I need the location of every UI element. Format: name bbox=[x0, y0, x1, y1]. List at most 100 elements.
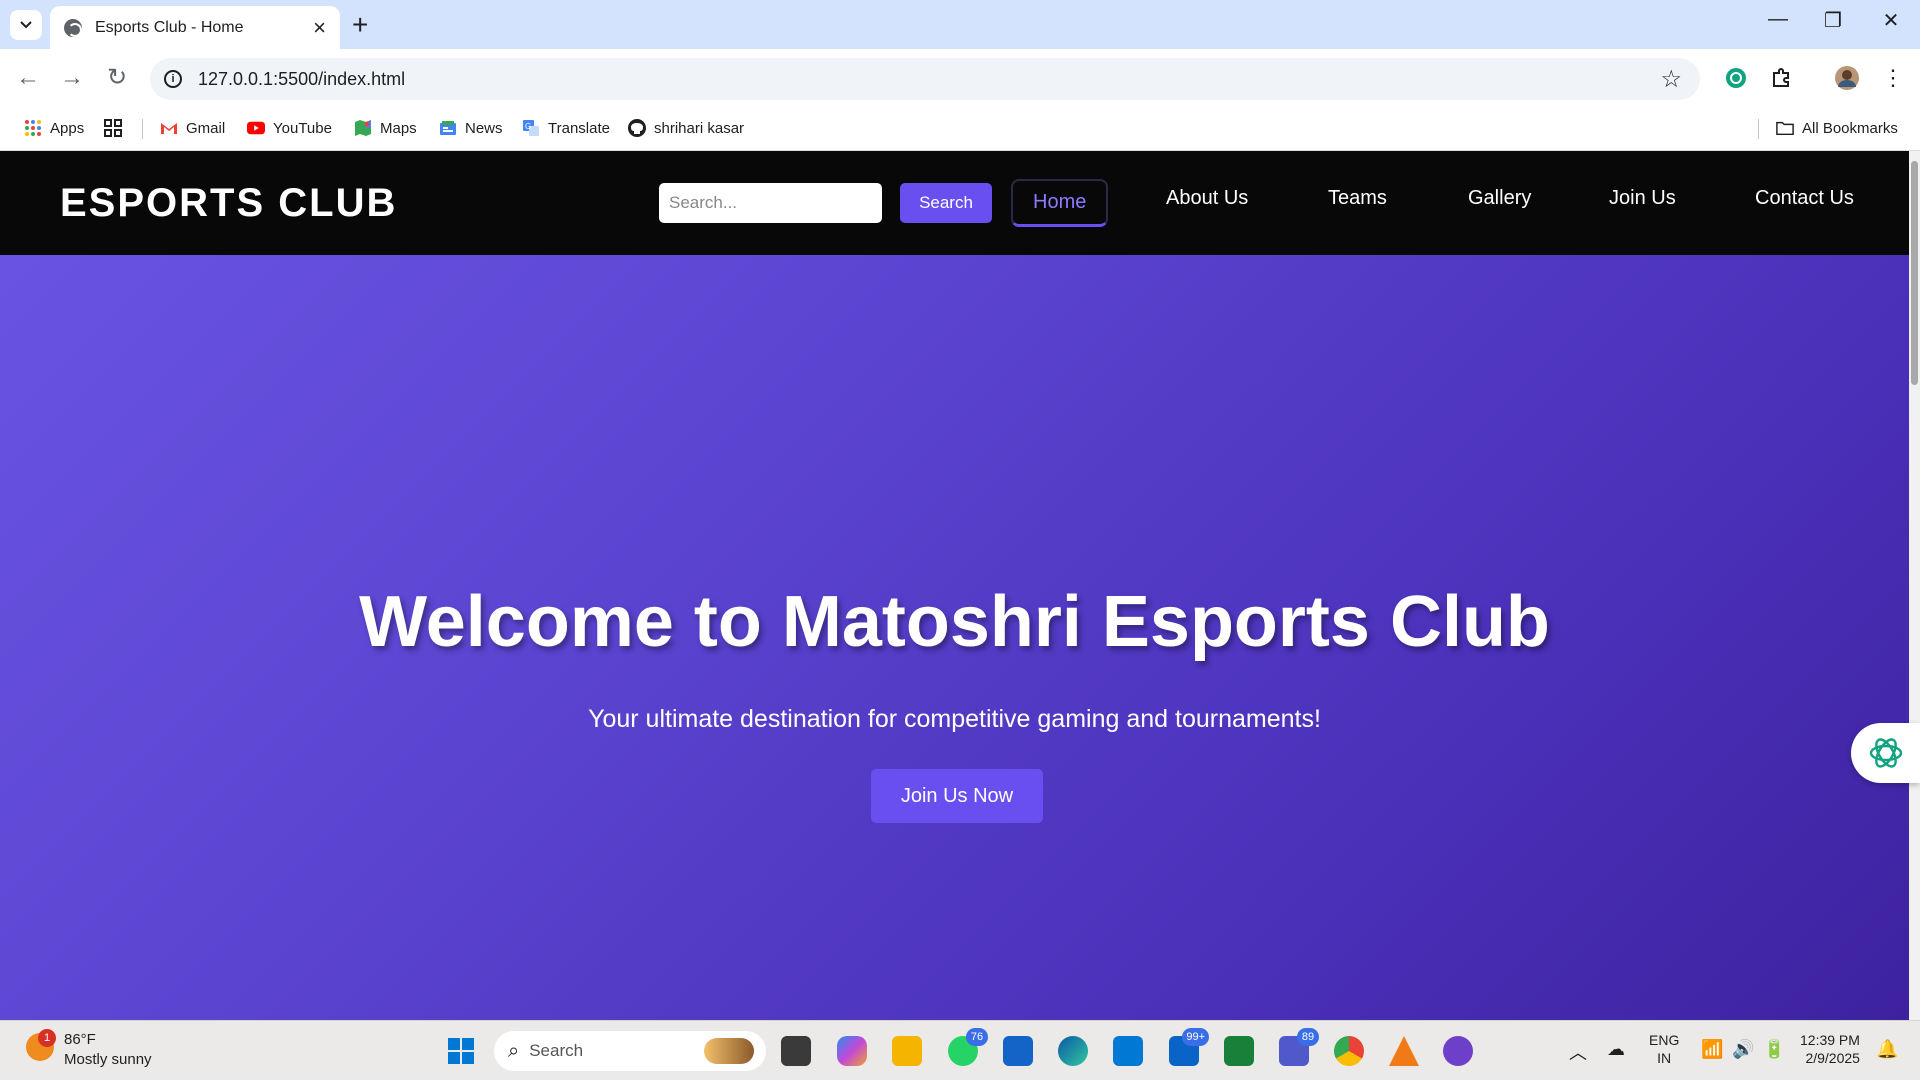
site-info-icon[interactable]: i bbox=[164, 70, 182, 88]
profile-avatar[interactable] bbox=[1834, 65, 1860, 91]
bookmark-label: shrihari kasar bbox=[654, 119, 745, 137]
github-icon bbox=[628, 119, 646, 137]
bookmark-separator bbox=[1758, 119, 1759, 139]
apps-grid-icon bbox=[24, 119, 42, 137]
copilot-icon[interactable] bbox=[837, 1036, 867, 1066]
bookmark-maps[interactable]: Maps bbox=[354, 116, 417, 140]
lang-code: ENG bbox=[1649, 1032, 1680, 1048]
search-input[interactable] bbox=[659, 183, 882, 223]
nav-join-us[interactable]: Join Us bbox=[1609, 187, 1676, 219]
outlook-icon[interactable]: 99+ bbox=[1169, 1028, 1209, 1066]
volume-icon[interactable]: 🔊 bbox=[1732, 1039, 1754, 1060]
bookmark-apps[interactable]: Apps bbox=[24, 116, 84, 140]
search-button[interactable]: Search bbox=[900, 183, 992, 223]
github-desktop-icon[interactable] bbox=[1443, 1036, 1473, 1066]
task-view-icon[interactable] bbox=[781, 1036, 811, 1066]
restore-button[interactable]: ❐ bbox=[1813, 8, 1853, 33]
maps-icon bbox=[354, 119, 372, 137]
bookmark-label: Translate bbox=[548, 119, 610, 137]
weather-temp[interactable]: 86°F bbox=[64, 1031, 96, 1048]
outlook-badge: 99+ bbox=[1182, 1028, 1209, 1046]
chatgpt-floating-button[interactable] bbox=[1851, 723, 1920, 783]
hero-title: Welcome to Matoshri Esports Club bbox=[359, 582, 1550, 662]
minimize-button[interactable]: — bbox=[1758, 8, 1798, 31]
close-tab-icon[interactable]: × bbox=[313, 16, 326, 39]
teams-badge: 89 bbox=[1297, 1028, 1319, 1046]
bookmark-gmail[interactable]: Gmail bbox=[160, 116, 225, 140]
scroll-thumb[interactable] bbox=[1911, 161, 1918, 385]
url-text[interactable]: 127.0.0.1:5500/index.html bbox=[198, 69, 1660, 90]
microsoft-store-icon[interactable] bbox=[1003, 1036, 1033, 1066]
page-scrollbar[interactable] bbox=[1909, 151, 1920, 1020]
clock-time: 12:39 PM bbox=[1800, 1032, 1860, 1048]
chevron-down-icon bbox=[20, 21, 32, 29]
reload-button[interactable]: ↻ bbox=[101, 63, 133, 93]
start-windows-icon[interactable] bbox=[446, 1036, 476, 1066]
bookmark-label: Apps bbox=[50, 119, 85, 137]
google-classroom-icon[interactable] bbox=[1224, 1036, 1254, 1066]
region-code: IN bbox=[1657, 1050, 1672, 1066]
news-icon bbox=[439, 119, 457, 137]
file-explorer-icon[interactable] bbox=[892, 1036, 922, 1066]
vscode-icon[interactable] bbox=[1113, 1036, 1143, 1066]
close-window-button[interactable]: ✕ bbox=[1871, 8, 1911, 33]
youtube-icon bbox=[247, 119, 265, 137]
battery-icon[interactable]: 🔋 bbox=[1763, 1039, 1785, 1060]
bookmark-label: YouTube bbox=[273, 119, 332, 137]
globe-icon bbox=[64, 18, 82, 37]
new-tab-button[interactable]: + bbox=[352, 10, 368, 40]
nav-teams[interactable]: Teams bbox=[1328, 187, 1387, 219]
back-button[interactable]: ← bbox=[12, 63, 44, 93]
hero-subtitle: Your ultimate destination for competitiv… bbox=[588, 705, 1321, 733]
nav-home[interactable]: Home bbox=[1011, 179, 1109, 227]
bookmarks-bar: Apps Gmail YouTube Maps News G Translate… bbox=[0, 107, 1920, 151]
bookmark-label: Maps bbox=[380, 119, 417, 137]
extensions-puzzle-icon[interactable] bbox=[1768, 65, 1794, 91]
bookmark-youtube[interactable]: YouTube bbox=[247, 116, 332, 140]
bookmark-star-icon[interactable]: ☆ bbox=[1660, 65, 1682, 94]
forward-button[interactable]: → bbox=[56, 63, 88, 93]
nav-gallery[interactable]: Gallery bbox=[1468, 187, 1531, 219]
all-bookmarks[interactable]: All Bookmarks bbox=[1776, 116, 1898, 140]
search-icon: ⌕ bbox=[508, 1039, 520, 1062]
search-highlight-icon bbox=[704, 1038, 754, 1064]
tab-search-button[interactable] bbox=[10, 10, 42, 40]
join-us-now-button[interactable]: Join Us Now bbox=[871, 769, 1043, 823]
gmail-icon bbox=[160, 119, 178, 137]
browser-toolbar: ← → ↻ i 127.0.0.1:5500/index.html ☆ ⋮ bbox=[0, 49, 1920, 107]
tab-groups-icon bbox=[104, 119, 122, 137]
nav-about-us[interactable]: About Us bbox=[1166, 187, 1248, 219]
language-indicator[interactable]: ENG IN bbox=[1649, 1031, 1679, 1067]
all-bookmarks-label: All Bookmarks bbox=[1802, 119, 1898, 137]
web-page: ESPORTS CLUB Search Home About Us Teams … bbox=[0, 151, 1909, 1020]
bookmark-news[interactable]: News bbox=[439, 116, 503, 140]
site-navbar: ESPORTS CLUB Search Home About Us Teams … bbox=[0, 151, 1909, 255]
wifi-icon[interactable]: 📶 bbox=[1701, 1039, 1723, 1060]
nav-contact-us[interactable]: Contact Us bbox=[1755, 187, 1854, 219]
teams-icon[interactable]: 89 bbox=[1279, 1028, 1319, 1066]
edge-icon[interactable] bbox=[1058, 1036, 1088, 1066]
taskbar-search-label: Search bbox=[529, 1041, 584, 1060]
bookmark-translate[interactable]: G Translate bbox=[522, 116, 610, 140]
bookmark-separator bbox=[142, 119, 143, 139]
system-clock[interactable]: 12:39 PM 2/9/2025 bbox=[1800, 1031, 1860, 1067]
notification-bell-icon[interactable]: 🔔 bbox=[1876, 1039, 1898, 1060]
bookmark-github[interactable]: shrihari kasar bbox=[628, 116, 744, 140]
bookmark-label: Gmail bbox=[186, 119, 226, 137]
address-bar[interactable]: i 127.0.0.1:5500/index.html ☆ bbox=[150, 58, 1700, 100]
weather-condition[interactable]: Mostly sunny bbox=[64, 1051, 152, 1068]
chatgpt-extension-icon[interactable] bbox=[1723, 65, 1749, 91]
browser-tab[interactable]: Esports Club - Home × bbox=[50, 6, 340, 49]
vlc-icon[interactable] bbox=[1389, 1036, 1419, 1066]
site-logo[interactable]: ESPORTS CLUB bbox=[60, 181, 397, 226]
onedrive-cloud-icon[interactable]: ☁ bbox=[1607, 1039, 1625, 1060]
taskbar: 1 86°F Mostly sunny ⌕ Search 76 99+ 89 ︿ bbox=[0, 1020, 1920, 1080]
kebab-menu-icon[interactable]: ⋮ bbox=[1880, 65, 1906, 91]
bookmark-tab-groups[interactable] bbox=[104, 116, 130, 140]
translate-icon: G bbox=[522, 119, 540, 137]
whatsapp-icon[interactable]: 76 bbox=[948, 1028, 988, 1066]
show-hidden-icons-chevron-icon[interactable]: ︿ bbox=[1569, 1039, 1587, 1065]
bookmark-label: News bbox=[465, 119, 503, 137]
chrome-icon[interactable] bbox=[1334, 1036, 1364, 1066]
taskbar-search[interactable]: ⌕ Search bbox=[494, 1031, 766, 1071]
